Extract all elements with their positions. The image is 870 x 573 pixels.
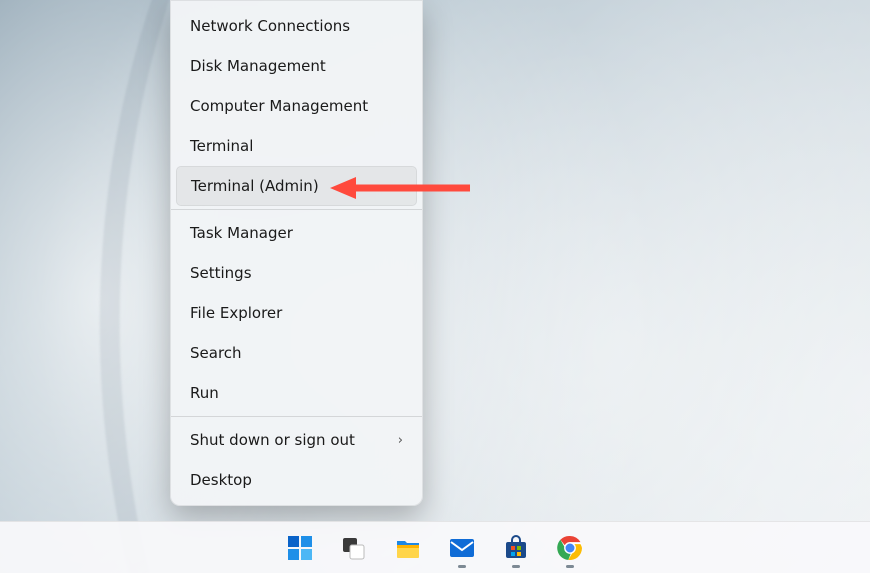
mail-icon [449,535,475,561]
taskbar [0,521,870,573]
menu-item-label: Terminal [190,137,253,155]
menu-item-label: Shut down or sign out [190,431,355,449]
taskbar-mail-button[interactable] [441,527,483,569]
menu-item-computer-management[interactable]: Computer Management [176,86,417,126]
menu-item-terminal[interactable]: Terminal [176,126,417,166]
winx-context-menu: Network Connections Disk Management Comput… [170,0,423,506]
chrome-icon [557,535,583,561]
menu-item-label: Search [190,344,242,362]
menu-item-disk-management[interactable]: Disk Management [176,46,417,86]
menu-item-settings[interactable]: Settings [176,253,417,293]
menu-item-label: File Explorer [190,304,282,322]
running-indicator [458,565,466,568]
task-view-icon [341,535,367,561]
running-indicator [512,565,520,568]
chevron-right-icon: › [398,433,403,448]
menu-item-terminal-admin[interactable]: Terminal (Admin) [176,166,417,206]
taskbar-chrome-button[interactable] [549,527,591,569]
menu-item-label: Disk Management [190,57,326,75]
menu-item-label: Settings [190,264,252,282]
menu-item-desktop[interactable]: Desktop [176,460,417,500]
taskbar-ms-store-button[interactable] [495,527,537,569]
menu-item-label: Run [190,384,219,402]
menu-item-label: Network Connections [190,17,350,35]
running-indicator [566,565,574,568]
menu-item-label: Desktop [190,471,252,489]
file-explorer-icon [395,535,421,561]
menu-item-search[interactable]: Search [176,333,417,373]
menu-item-label: Computer Management [190,97,368,115]
ms-store-icon [503,535,529,561]
desktop: Network Connections Disk Management Comput… [0,0,870,573]
start-icon [287,535,313,561]
taskbar-start-button[interactable] [279,527,321,569]
menu-item-run[interactable]: Run [176,373,417,413]
menu-separator [171,416,422,417]
menu-item-network-connections[interactable]: Network Connections [176,6,417,46]
taskbar-file-explorer-button[interactable] [387,527,429,569]
menu-item-shut-down-or-sign-out[interactable]: Shut down or sign out › [176,420,417,460]
menu-item-task-manager[interactable]: Task Manager [176,213,417,253]
menu-item-file-explorer[interactable]: File Explorer [176,293,417,333]
taskbar-task-view-button[interactable] [333,527,375,569]
menu-item-label: Terminal (Admin) [191,177,319,195]
menu-item-label: Task Manager [190,224,293,242]
menu-separator [171,209,422,210]
